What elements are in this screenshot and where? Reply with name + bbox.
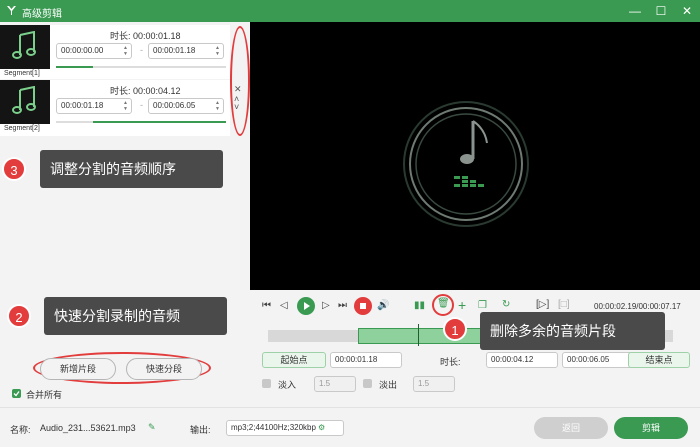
- segment-start-field[interactable]: 00:00:00.00 ▲ ▼: [56, 43, 132, 59]
- duration-field[interactable]: 00:00:04.12: [486, 352, 558, 368]
- segment-item[interactable]: Segment[2] 时长: 00:00:04.12 00:00:01.18 ▲ ▼…: [0, 80, 230, 136]
- file-name: Audio_231...53621.mp3: [40, 423, 136, 433]
- mark-out-icon[interactable]: [□]: [558, 299, 570, 310]
- fade-out-label: 淡出: [379, 380, 398, 390]
- back-button[interactable]: 返回: [534, 417, 608, 439]
- add-icon[interactable]: +: [458, 297, 466, 313]
- stop-icon: [360, 303, 366, 309]
- playback-time: 00:00:02.19/00:00:07.17: [594, 302, 681, 311]
- quick-split-button[interactable]: 快速分段: [126, 358, 202, 380]
- callout-tooltip: 调整分割的音频顺序: [40, 150, 223, 188]
- delete-icon[interactable]: 🗑: [437, 298, 450, 309]
- title-bar: 高级剪辑 — ☐ ✕: [0, 0, 700, 22]
- set-start-button[interactable]: 起始点: [262, 352, 326, 368]
- end-time-field[interactable]: 00:00:06.05: [562, 352, 634, 368]
- split-icon[interactable]: ▮▮: [414, 300, 425, 311]
- segment-duration: 时长: 00:00:01.18: [110, 31, 181, 41]
- callout-tooltip: 快速分割录制的音频: [44, 297, 227, 335]
- reset-icon[interactable]: ↻: [502, 299, 510, 310]
- merge-all-checkbox[interactable]: [12, 389, 21, 398]
- stop-button[interactable]: [354, 297, 372, 315]
- footer-bar: 名称: Audio_231...53621.mp3 ✎ 输出: mp3;2;44…: [0, 407, 700, 447]
- fade-in-checkbox[interactable]: [262, 379, 271, 388]
- play-button[interactable]: [297, 297, 315, 315]
- new-segment-button[interactable]: 新增片段: [40, 358, 116, 380]
- music-note-icon: [12, 86, 36, 114]
- segment-item[interactable]: Segment[1] 时长: 00:00:01.18 00:00:00.00 ▲ ▼…: [0, 25, 230, 79]
- audio-visualizer: [403, 101, 529, 227]
- callout-badge: 3: [2, 157, 26, 181]
- skip-end-icon[interactable]: ⏭: [338, 300, 347, 311]
- spinner-icon[interactable]: ▲ ▼: [123, 45, 129, 57]
- output-label: 输出:: [190, 425, 211, 435]
- skip-start-icon[interactable]: ⏮: [262, 300, 271, 311]
- segment-end-field[interactable]: 00:00:06.05 ▲ ▼: [148, 98, 224, 114]
- cut-button[interactable]: 剪辑: [614, 417, 688, 439]
- separator: -: [140, 100, 143, 110]
- playhead[interactable]: [418, 324, 419, 346]
- segment-progress: [56, 121, 226, 123]
- settings-gear-icon[interactable]: ⚙: [318, 423, 325, 432]
- fade-in-field[interactable]: 1.5: [314, 376, 356, 392]
- segment-thumbnail: [0, 25, 50, 69]
- music-note-icon: [12, 31, 36, 59]
- callout-tooltip: 删除多余的音频片段: [480, 312, 665, 350]
- segment-progress: [56, 66, 226, 68]
- play-icon: [304, 302, 310, 310]
- fade-in-label: 淡入: [278, 380, 297, 390]
- next-frame-icon[interactable]: ▷: [322, 300, 330, 311]
- video-preview: [250, 22, 700, 290]
- separator: -: [140, 45, 143, 55]
- duration-label: 时长:: [440, 357, 461, 367]
- close-button[interactable]: ✕: [678, 2, 696, 20]
- output-format-field[interactable]: mp3;2;44100Hz;320kbp ⚙: [226, 420, 344, 436]
- segment-duration: 时长: 00:00:04.12: [110, 86, 181, 96]
- set-end-button[interactable]: 结束点: [628, 352, 690, 368]
- fade-out-field[interactable]: 1.5: [413, 376, 455, 392]
- spinner-icon[interactable]: ▲ ▼: [123, 100, 129, 112]
- segment-start-field[interactable]: 00:00:01.18 ▲ ▼: [56, 98, 132, 114]
- segment-panel: Segment[1] 时长: 00:00:01.18 00:00:00.00 ▲ ▼…: [0, 22, 250, 407]
- name-label: 名称:: [10, 425, 31, 435]
- mark-in-icon[interactable]: [▷]: [536, 299, 549, 310]
- spinner-icon[interactable]: ▲ ▼: [215, 100, 221, 112]
- segment-end-field[interactable]: 00:00:01.18 ▲ ▼: [148, 43, 224, 59]
- segment-label: Segment[1]: [4, 70, 40, 77]
- spinner-icon[interactable]: ▲ ▼: [215, 45, 221, 57]
- start-time-field[interactable]: 00:00:01.18: [330, 352, 402, 368]
- callout-badge: 2: [7, 304, 31, 328]
- edit-name-icon[interactable]: ✎: [148, 422, 156, 433]
- minimize-button[interactable]: —: [626, 2, 644, 20]
- maximize-button[interactable]: ☐: [652, 2, 670, 20]
- highlight-oval: [230, 26, 250, 136]
- segment-label: Segment[2]: [4, 125, 40, 132]
- callout-badge: 1: [443, 317, 467, 341]
- copy-icon[interactable]: ❐: [478, 300, 487, 311]
- previous-frame-icon[interactable]: ◁: [280, 300, 288, 311]
- fade-out-checkbox[interactable]: [363, 379, 372, 388]
- app-logo-icon: [7, 6, 16, 15]
- segment-thumbnail: [0, 80, 50, 124]
- volume-icon[interactable]: 🔊: [377, 300, 389, 311]
- merge-all-label: 合并所有: [26, 390, 63, 400]
- window-title: 高级剪辑: [22, 9, 62, 20]
